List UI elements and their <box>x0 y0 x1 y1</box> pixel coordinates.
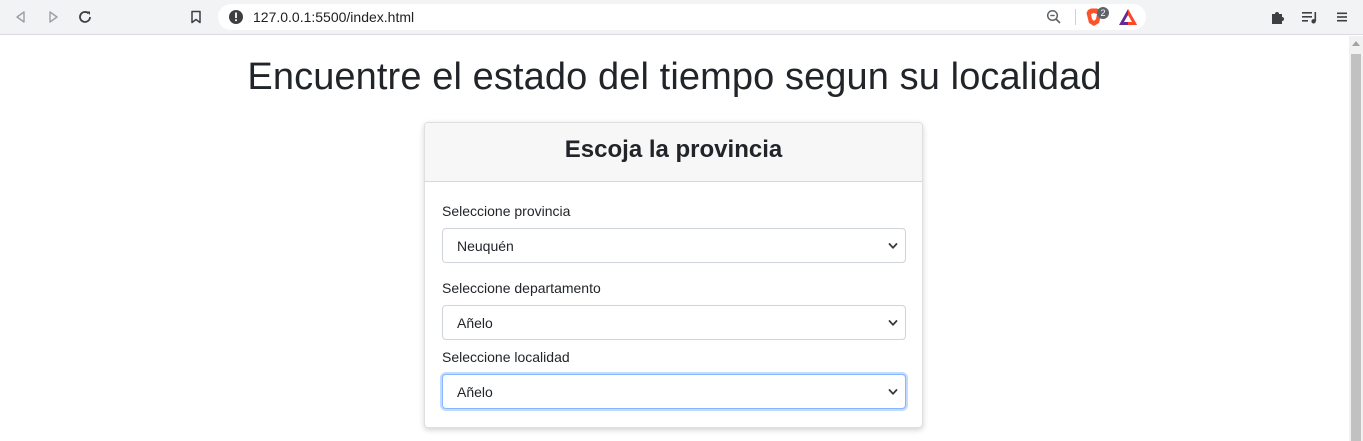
province-select-value: Neuquén <box>457 238 514 254</box>
department-select-value: Añelo <box>457 315 493 331</box>
scroll-up-icon[interactable] <box>1352 41 1360 46</box>
card-header: Escoja la provincia <box>425 123 922 182</box>
department-select[interactable]: Añelo <box>442 305 906 340</box>
forward-icon[interactable] <box>42 6 64 28</box>
omnibox-divider <box>1075 9 1076 25</box>
locality-select-value: Añelo <box>457 384 493 400</box>
brave-badge-count: 2 <box>1097 7 1109 19</box>
chevron-down-icon <box>888 243 898 249</box>
page-title: Encuentre el estado del tiempo segun su … <box>247 56 1102 98</box>
browser-toolbar: 127.0.0.1:5500/index.html 2 <box>0 0 1363 35</box>
bookmark-icon[interactable] <box>185 6 207 28</box>
chevron-down-icon <box>888 389 898 395</box>
zoom-icon[interactable] <box>1046 9 1062 25</box>
locality-select[interactable]: Añelo <box>442 374 906 409</box>
reload-icon[interactable] <box>74 6 96 28</box>
back-icon[interactable] <box>10 6 32 28</box>
url-text[interactable]: 127.0.0.1:5500/index.html <box>253 9 414 25</box>
page-scrollbar[interactable] <box>1349 36 1363 441</box>
menu-icon[interactable] <box>1331 6 1353 28</box>
chevron-down-icon <box>888 320 898 326</box>
card-title: Escoja la provincia <box>564 136 783 163</box>
province-select[interactable]: Neuquén <box>442 228 906 263</box>
bat-rewards-icon[interactable] <box>1118 8 1138 26</box>
locality-label: Seleccione localidad <box>442 349 570 365</box>
extensions-icon[interactable] <box>1267 6 1289 28</box>
site-info-icon[interactable] <box>228 9 244 25</box>
address-bar[interactable]: 127.0.0.1:5500/index.html 2 <box>218 4 1146 30</box>
scroll-thumb[interactable] <box>1351 54 1361 441</box>
reading-list-icon[interactable] <box>1299 6 1321 28</box>
province-card: Escoja la provincia Seleccione provincia… <box>424 122 923 428</box>
department-label: Seleccione departamento <box>442 280 601 296</box>
province-label: Seleccione provincia <box>442 203 571 219</box>
